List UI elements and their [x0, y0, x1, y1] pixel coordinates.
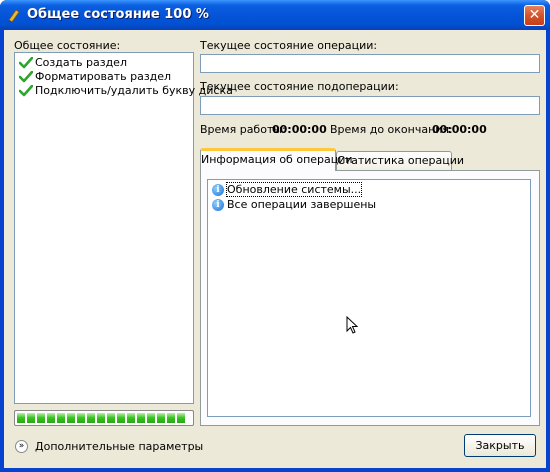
elapsed-time-value: 00:00:00 — [272, 123, 327, 136]
list-item-label: Создать раздел — [35, 56, 127, 69]
tab-operation-stats-label: Статистика операции — [337, 154, 465, 167]
list-item[interactable]: Создать раздел — [19, 56, 127, 70]
tab-operation-info[interactable]: Информация об операции — [200, 148, 353, 171]
progress-segment — [77, 413, 85, 423]
current-operation-label: Текущее состояние операции: — [200, 39, 378, 52]
close-button[interactable]: Закрыть — [464, 434, 536, 457]
operations-list[interactable]: Создать раздел Форматировать раздел Подклю… — [14, 52, 233, 404]
operation-info-pane: i Обновление системы... i Все операции заве… — [200, 170, 540, 426]
progress-segment — [167, 413, 175, 423]
progress-segment — [127, 413, 135, 423]
remaining-time-value: 00:00:00 — [432, 123, 487, 136]
dialog-window: Общее состояние 100 % ✕ Общее состояние:… — [0, 0, 550, 472]
app-icon — [8, 9, 20, 23]
tab-operation-stats[interactable]: Статистика операции — [336, 151, 464, 171]
progress-segment — [97, 413, 105, 423]
progress-segment — [87, 413, 95, 423]
window-title: Общее состояние 100 % — [27, 7, 209, 22]
progress-segment — [117, 413, 125, 423]
progress-segment — [157, 413, 165, 423]
info-icon: i — [212, 199, 224, 211]
overall-state-label: Общее состояние: — [14, 39, 121, 52]
current-operation-field — [200, 54, 540, 73]
close-icon: ✕ — [528, 7, 541, 23]
more-params-link[interactable]: Дополнительные параметры — [35, 440, 203, 453]
close-window-button[interactable]: ✕ — [524, 5, 545, 26]
tab-operation-info-label: Информация об операции — [201, 153, 353, 166]
progress-segment — [37, 413, 45, 423]
progress-segment — [67, 413, 75, 423]
window-border-right — [546, 30, 550, 472]
close-button-label: Закрыть — [475, 439, 525, 452]
check-icon — [19, 85, 33, 97]
progress-segment — [27, 413, 35, 423]
overall-progress-bar — [14, 410, 194, 426]
log-entry[interactable]: i Все операции завершены — [212, 198, 376, 213]
window-border-bottom — [0, 468, 550, 472]
log-entry-text: Все операции завершены — [227, 198, 377, 211]
chevron-down-icon[interactable]: » — [15, 440, 28, 453]
mouse-cursor-icon — [346, 316, 358, 334]
progress-segment — [137, 413, 145, 423]
info-log-list[interactable]: i Обновление системы... i Все операции заве… — [207, 179, 531, 417]
log-entry-text: Обновление системы... — [225, 182, 363, 197]
check-icon — [19, 57, 33, 69]
current-suboperation-field — [200, 96, 540, 115]
client-area: Общее состояние: Создать раздел Форматиро… — [4, 30, 546, 468]
list-item[interactable]: Форматировать раздел — [19, 70, 171, 84]
check-icon — [19, 71, 33, 83]
progress-segment — [17, 413, 25, 423]
progress-segment — [47, 413, 55, 423]
progress-segment — [107, 413, 115, 423]
progress-segment — [57, 413, 65, 423]
current-suboperation-label: Текущее состояние подоперации: — [200, 80, 399, 93]
list-item-label: Форматировать раздел — [35, 70, 172, 83]
log-entry[interactable]: i Обновление системы... — [212, 182, 363, 198]
progress-segment — [147, 413, 155, 423]
info-icon: i — [212, 184, 224, 196]
title-bar[interactable]: Общее состояние 100 % ✕ — [0, 0, 550, 30]
progress-segment — [177, 413, 185, 423]
